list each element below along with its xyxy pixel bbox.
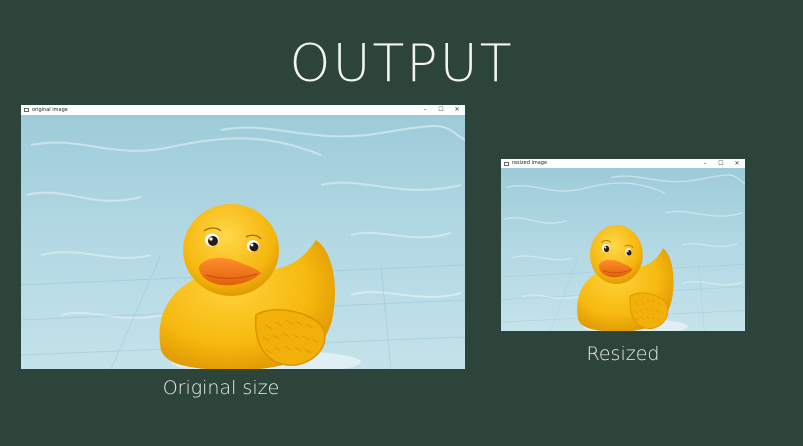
original-window-titlebar[interactable]: original image – ☐ ✕ bbox=[21, 105, 465, 115]
close-icon[interactable]: ✕ bbox=[729, 159, 745, 168]
app-icon bbox=[504, 161, 509, 166]
minimize-icon[interactable]: – bbox=[697, 159, 713, 168]
maximize-icon[interactable]: ☐ bbox=[433, 105, 449, 115]
original-duck-image bbox=[21, 115, 465, 369]
original-size-caption: Original size bbox=[162, 377, 280, 399]
original-window-title: original image bbox=[32, 107, 68, 113]
close-icon[interactable]: ✕ bbox=[449, 105, 465, 115]
resized-window-title: resized image bbox=[512, 160, 548, 166]
app-icon bbox=[24, 108, 29, 112]
minimize-icon[interactable]: – bbox=[417, 105, 433, 115]
resized-window-titlebar[interactable]: resized image – ☐ ✕ bbox=[501, 159, 745, 168]
slide-title: OUTPUT bbox=[289, 34, 514, 94]
original-image-window[interactable]: original image – ☐ ✕ bbox=[21, 105, 465, 369]
resized-duck-image bbox=[501, 168, 745, 331]
maximize-icon[interactable]: ☐ bbox=[713, 159, 729, 168]
resized-image-window[interactable]: resized image – ☐ ✕ bbox=[501, 159, 745, 331]
resized-caption: Resized bbox=[586, 343, 660, 365]
